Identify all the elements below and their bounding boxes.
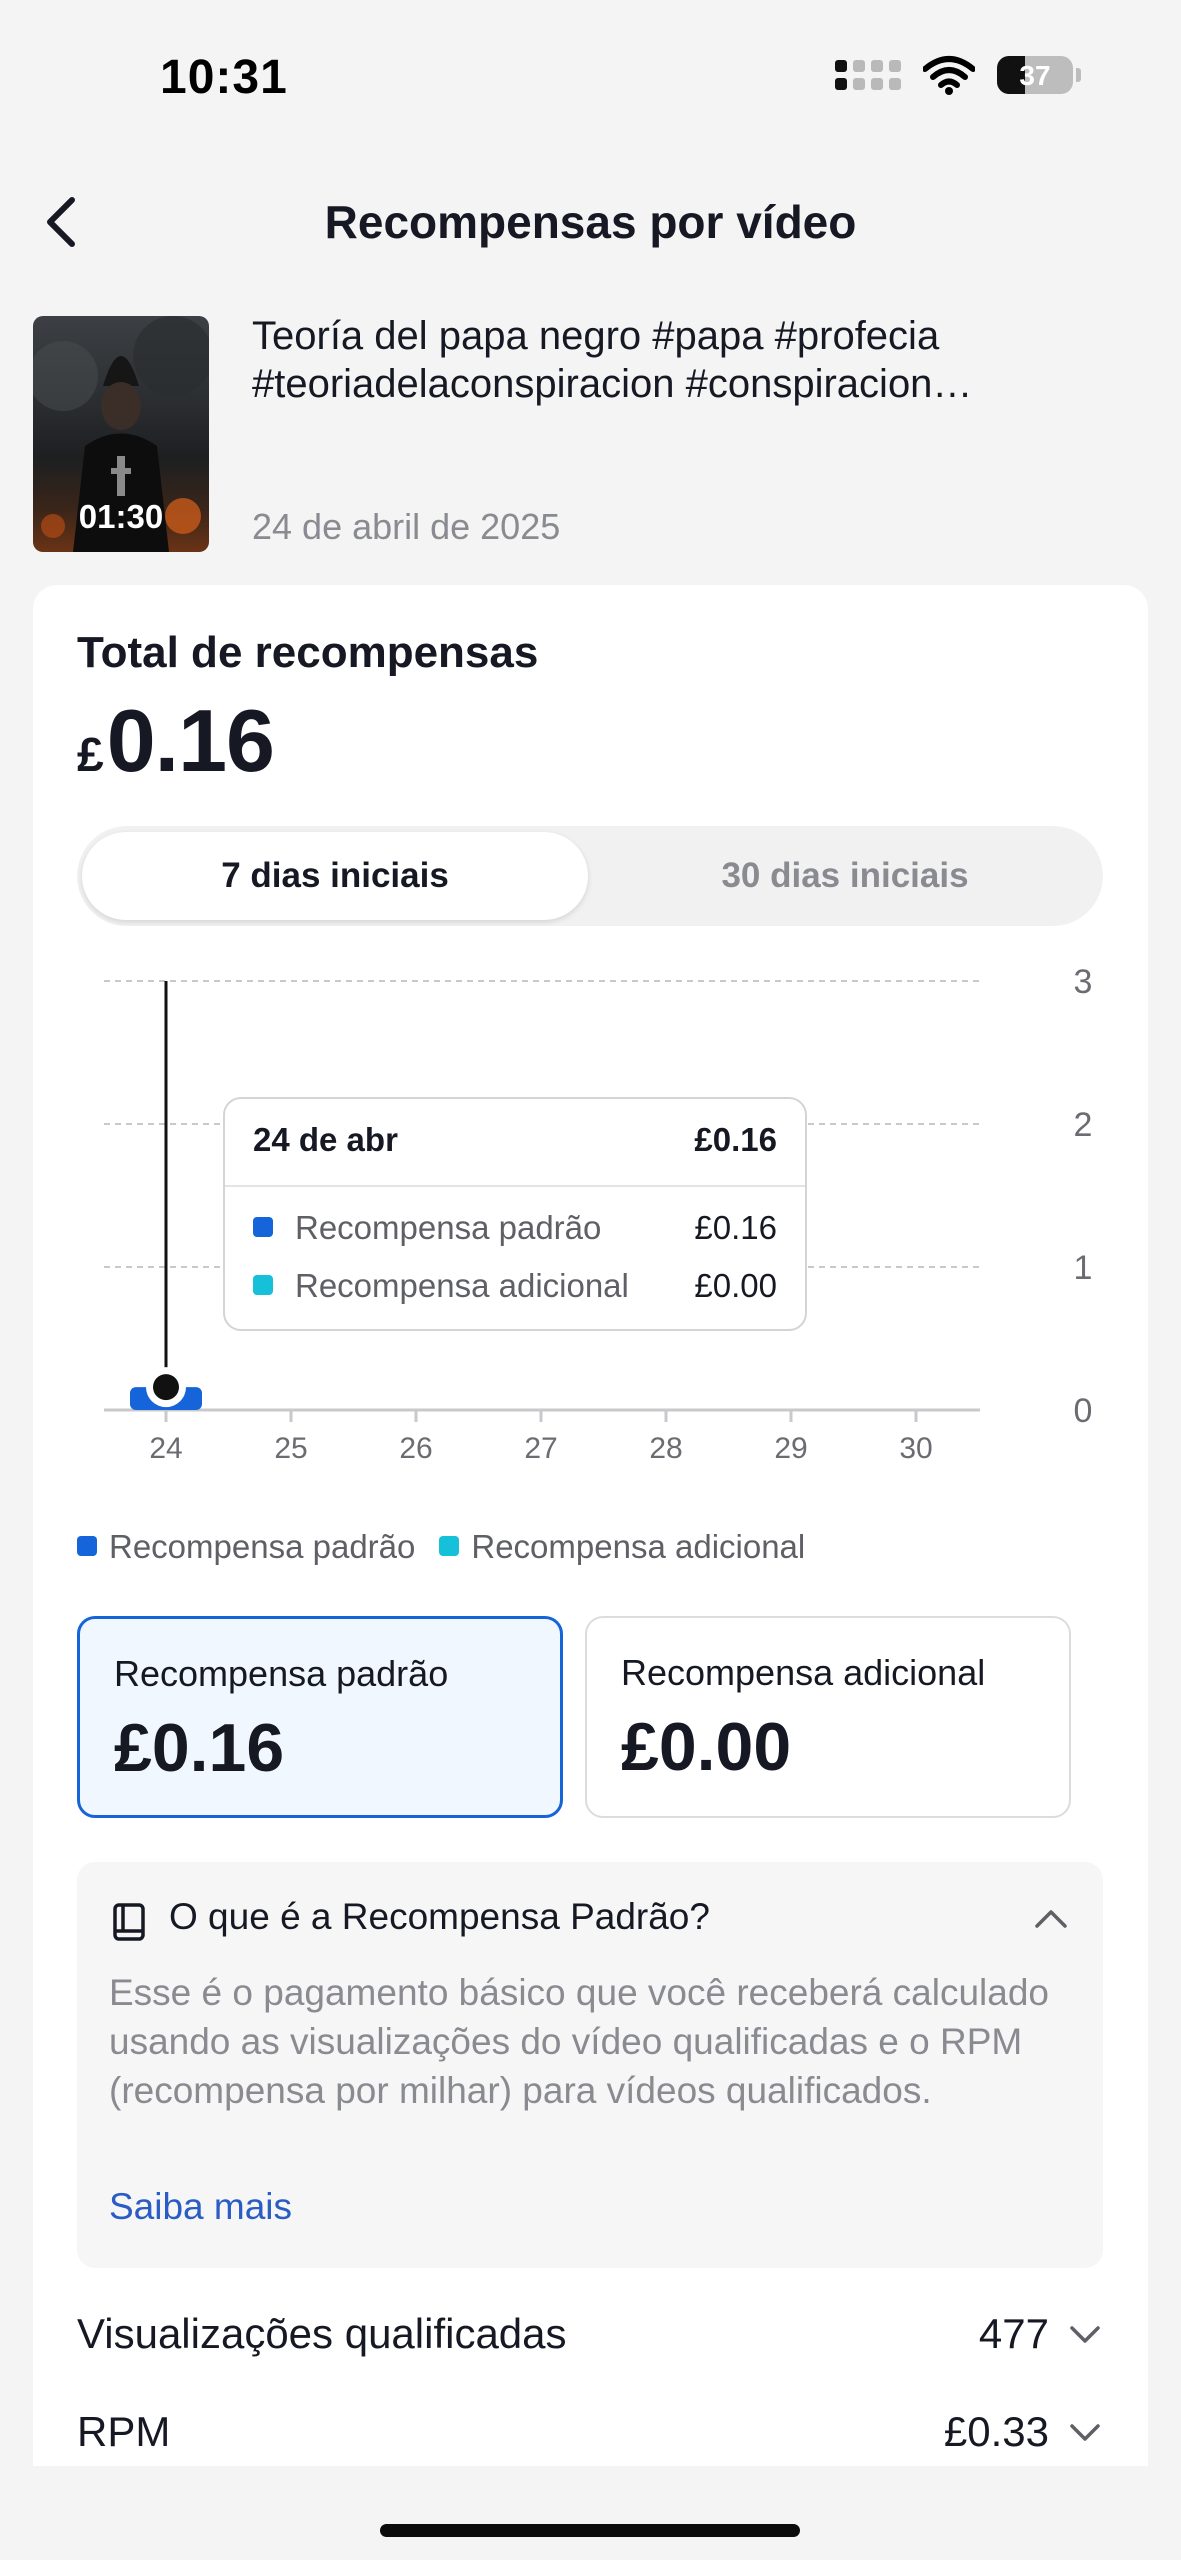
x-tick-label: 26 [399, 1432, 432, 1465]
metric-value: 477 [978, 2310, 1049, 2357]
info-title: O que é a Recompensa Padrão? [169, 1896, 710, 1937]
standard-reward-label: Recompensa padrão [114, 1653, 449, 1694]
tooltip-row-value: £0.00 [694, 1267, 777, 1304]
tooltip-row-label: Recompensa adicional [295, 1267, 629, 1304]
total-rewards-label: Total de recompensas [77, 628, 539, 677]
chart-legend: Recompensa padrão Recompensa adicional [77, 1528, 805, 1566]
tooltip-row-standard: Recompensa padrão £0.16 [253, 1209, 777, 1247]
tooltip-row-value: £0.16 [694, 1209, 777, 1246]
additional-swatch [253, 1275, 273, 1296]
x-tick-label: 28 [649, 1432, 682, 1465]
battery-percentage: 37 [1019, 60, 1051, 91]
additional-reward-label: Recompensa adicional [621, 1652, 986, 1693]
x-tick-label: 24 [149, 1432, 182, 1465]
tooltip-date: 24 de abr [253, 1121, 398, 1158]
tooltip-row-additional: Recompensa adicional £0.00 [253, 1267, 777, 1305]
standard-reward-card[interactable]: Recompensa padrão £0.16 [77, 1616, 563, 1818]
legend-label: Recompensa adicional [471, 1528, 806, 1565]
x-tick-label: 27 [524, 1432, 557, 1465]
y-tick-label: 1 [1074, 1249, 1093, 1287]
x-tick-label: 29 [774, 1432, 807, 1465]
currency-symbol: £ [77, 729, 104, 782]
standard-swatch [253, 1217, 273, 1238]
legend-item-additional: Recompensa adicional [439, 1528, 805, 1566]
tooltip-total: £0.16 [694, 1121, 777, 1158]
video-title: Teoría del papa negro #papa #profecia #t… [252, 314, 973, 406]
metric-row-qualified-views[interactable]: Visualizações qualificadas 477 [77, 2310, 1103, 2358]
tab-30-days[interactable]: 30 dias iniciais [592, 832, 1098, 920]
home-indicator[interactable] [380, 2524, 800, 2537]
battery-icon: 37 [997, 56, 1073, 94]
chevron-down-icon [1070, 2424, 1100, 2441]
status-icons: 37 [835, 55, 1081, 95]
standard-reward-value: £0.16 [114, 1710, 285, 1786]
tooltip-divider [225, 1185, 805, 1187]
y-tick-label: 0 [1074, 1392, 1093, 1430]
metric-value: £0.33 [943, 2408, 1049, 2455]
selection-marker [153, 1374, 179, 1401]
video-duration: 01:30 [78, 498, 164, 535]
status-time: 10:31 [160, 51, 288, 104]
tab-7-days[interactable]: 7 dias iniciais [82, 832, 588, 920]
total-amount: 0.16 [106, 691, 275, 790]
chart-tooltip: 24 de abr £0.16 Recompensa padrão £0.16 … [223, 1097, 807, 1331]
tooltip-row-label: Recompensa padrão [295, 1209, 602, 1246]
book-icon [113, 1903, 145, 1941]
legend-label: Recompensa padrão [109, 1528, 416, 1565]
chevron-up-icon[interactable] [1031, 1904, 1071, 1932]
y-tick-label: 2 [1074, 1106, 1093, 1144]
cellular-signal-icon [835, 60, 901, 90]
wifi-icon [923, 56, 975, 95]
video-thumbnail[interactable]: 01:30 [33, 316, 209, 552]
additional-reward-value: £0.00 [621, 1709, 792, 1785]
video-date: 24 de abril de 2025 [252, 506, 561, 547]
metric-row-rpm[interactable]: RPM £0.33 [77, 2408, 1103, 2456]
legend-item-standard: Recompensa padrão [77, 1528, 415, 1566]
additional-reward-card[interactable]: Recompensa adicional £0.00 [585, 1616, 1071, 1818]
chevron-down-icon [1070, 2326, 1100, 2343]
x-tick-label: 25 [274, 1432, 307, 1465]
standard-reward-info-panel: O que é a Recompensa Padrão? Esse é o pa… [77, 1862, 1103, 2268]
metric-label: Visualizações qualificadas [77, 2310, 567, 2357]
x-tick-label: 30 [899, 1432, 932, 1465]
period-segmented-control: 7 dias iniciais 30 dias iniciais [77, 826, 1103, 926]
bottom-bar [0, 2466, 1181, 2560]
metric-label: RPM [77, 2408, 171, 2455]
legend-swatch [439, 1536, 460, 1557]
legend-swatch [77, 1536, 97, 1557]
page-title: Recompensas por vídeo [324, 196, 857, 248]
y-tick-label: 3 [1074, 963, 1093, 1001]
total-rewards-value: £0.16 [77, 690, 275, 792]
learn-more-link[interactable]: Saiba mais [109, 2186, 292, 2228]
info-description: Esse é o pagamento básico que você receb… [109, 1972, 1049, 2111]
